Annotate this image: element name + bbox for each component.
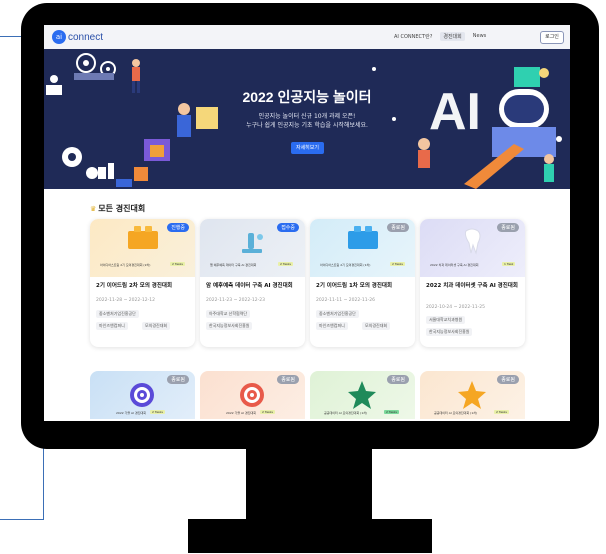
- competition-card-6[interactable]: 종료됨 2022 가을 AI 경진대회 2 Tasks: [200, 371, 305, 419]
- monitor-screen: ai connect AI CONNECT란? 경진대회 News 로그인 AI…: [44, 25, 570, 421]
- card-thumbnail: 종료됨 아이디어스트림 2기 모의경진대회 (1차) 2 Tasks: [310, 219, 415, 277]
- competition-card-5[interactable]: 종료됨 2022 가을 AI 경진대회 2 Tasks: [90, 371, 195, 419]
- card-thumbnail: 종료됨 2022 치과 데이터셋 구축 AI 경진대회 1 Task: [420, 219, 525, 277]
- card-tag-partner: 마인즈앤컴퍼니: [316, 322, 348, 330]
- card-date: 2022-11-11 ~ 2022-11-26: [316, 298, 375, 303]
- thumb-tag: 2 Tasks: [170, 262, 185, 266]
- status-badge: 종료됨: [497, 375, 519, 384]
- thumb-tag: 1 Task: [502, 262, 516, 266]
- card-thumbnail: 접수중 앱 예후예측 데이터 구축 AI 경진대회 2 Tasks: [200, 219, 305, 277]
- thumb-caption: 아이디어스트림 2기 모의경진대회 (2차): [100, 263, 151, 267]
- card-title: 2기 이어드림 2차 모의 경진대회: [96, 283, 173, 289]
- thumb-tag: 2 Tasks: [494, 410, 509, 414]
- section-title: ♛ 모든 경진대회: [90, 203, 145, 214]
- logo[interactable]: ai connect: [52, 30, 103, 44]
- decor-line-bottom: [0, 519, 44, 520]
- navbar: ai connect AI CONNECT란? 경진대회 News 로그인: [44, 25, 570, 50]
- trophy-icon: ♛: [90, 204, 97, 213]
- nav-link-about[interactable]: AI CONNECT란?: [394, 33, 432, 41]
- status-badge: 접수중: [277, 223, 299, 232]
- nav-link-news[interactable]: News: [473, 33, 487, 41]
- login-button[interactable]: 로그인: [540, 31, 564, 44]
- hero-title: 2022 인공지능 놀이터: [242, 89, 372, 105]
- status-badge: 종료됨: [167, 375, 189, 384]
- card-thumbnail: 진행중 아이디어스트림 2기 모의경진대회 (2차) 2 Tasks: [90, 219, 195, 277]
- competition-card-4[interactable]: 종료됨 2022 치과 데이터셋 구축 AI 경진대회 1 Task 2022 …: [420, 219, 525, 347]
- thumb-tag: 2 Tasks: [278, 262, 293, 266]
- thumb-tag: 2 Tasks: [390, 262, 405, 266]
- status-badge: 종료됨: [387, 223, 409, 232]
- card-date: 2022-11-28 ~ 2022-12-12: [96, 298, 155, 303]
- competition-card-8[interactable]: 종료됨 공공데이터 AI 모의경진대회 (1차) 2 Tasks: [420, 371, 525, 419]
- card-tag-partner: 한국지능정보사회진흥원: [426, 328, 473, 336]
- card-title: 2기 이어드림 1차 모의 경진대회: [316, 283, 393, 289]
- thumb-caption: 아이디어스트림 2기 모의경진대회 (1차): [320, 263, 371, 267]
- status-badge: 종료됨: [387, 375, 409, 384]
- nav-link-competitions[interactable]: 경진대회: [440, 32, 465, 41]
- card-tag-org: 중소벤처기업진흥공단: [96, 310, 139, 318]
- monitor-base: [188, 519, 432, 553]
- card-tag-org: 중소벤처기업진흥공단: [316, 310, 359, 318]
- competition-card-7[interactable]: 종료됨 공공데이터 AI 모의경진대회 (1차) 2 Tasks: [310, 371, 415, 419]
- card-title: 암 예후예측 데이터 구축 AI 경진대회: [206, 283, 293, 289]
- card-tag-type: 모의경진대회: [362, 322, 391, 330]
- logo-icon: ai: [52, 30, 66, 44]
- thumb-tag: 2 Tasks: [260, 410, 275, 414]
- card-date: 2022-11-23 ~ 2022-12-23: [206, 298, 265, 303]
- monitor-neck: [246, 446, 372, 520]
- status-badge: 종료됨: [497, 223, 519, 232]
- thumb-tag: 2 Tasks: [150, 410, 165, 414]
- logo-text: connect: [68, 31, 104, 43]
- thumb-caption: 공공데이터 AI 모의경진대회 (1차): [434, 411, 478, 415]
- card-tag-partner: 한국지능정보사회진흥원: [206, 322, 253, 330]
- hero-detail-button[interactable]: 자세히보기: [291, 142, 324, 154]
- card-tag-type: 모의경진대회: [142, 322, 171, 330]
- card-tag-partner: 마인즈앤컴퍼니: [96, 322, 128, 330]
- hero-subtitle-2: 누구나 쉽게 인공지능 기초 학습을 시작해보세요.: [246, 122, 368, 129]
- competition-card-1[interactable]: 진행중 아이디어스트림 2기 모의경진대회 (2차) 2 Tasks 2기 이어…: [90, 219, 195, 347]
- card-tag-org: 아주대학교 산학협력단: [206, 310, 251, 318]
- card-date: 2022-10-24 ~ 2022-11-25: [426, 305, 485, 310]
- thumb-caption: 2022 가을 AI 경진대회: [116, 411, 146, 415]
- section-title-text: 모든 경진대회: [98, 204, 146, 213]
- card-title: 2022 치과 데이터셋 구축 AI 경진대회: [426, 283, 518, 289]
- card-tag-org: 서울대학교치과병원: [426, 316, 466, 324]
- thumb-caption: 2022 가을 AI 경진대회: [226, 411, 256, 415]
- thumb-caption: 앱 예후예측 데이터 구축 AI 경진대회: [210, 263, 257, 267]
- status-badge: 종료됨: [277, 375, 299, 384]
- thumb-tag: 2 Tasks: [384, 410, 399, 414]
- status-badge: 진행중: [167, 223, 189, 232]
- thumb-caption: 2022 치과 데이터셋 구축 AI 경진대회: [430, 263, 479, 267]
- competition-card-2[interactable]: 접수중 앱 예후예측 데이터 구축 AI 경진대회 2 Tasks 암 예후예측…: [200, 219, 305, 347]
- hero-banner: AI 2022 인공지능 놀이터 인공지능 놀이터 신규 10개 과제 오픈! …: [44, 49, 570, 189]
- competition-card-3[interactable]: 종료됨 아이디어스트림 2기 모의경진대회 (1차) 2 Tasks 2기 이어…: [310, 219, 415, 347]
- hero-subtitle-1: 인공지능 놀이터 신규 10개 과제 오픈!: [258, 113, 356, 120]
- thumb-caption: 공공데이터 AI 모의경진대회 (1차): [324, 411, 368, 415]
- nav-links: AI CONNECT란? 경진대회 News: [394, 32, 487, 41]
